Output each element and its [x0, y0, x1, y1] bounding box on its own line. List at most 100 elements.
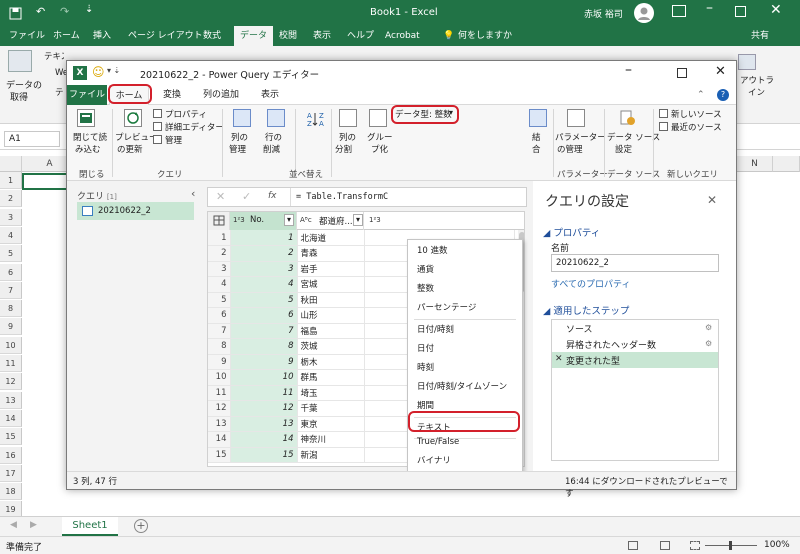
table-cell-pref[interactable]: 埼玉: [297, 385, 365, 401]
group-by-label2[interactable]: プ化: [371, 143, 388, 155]
table-cell-no[interactable]: 13: [230, 416, 298, 432]
table-cell-n[interactable]: 9: [208, 354, 231, 370]
row-header[interactable]: 13: [0, 391, 22, 409]
sheet-next-icon[interactable]: ▶: [30, 520, 37, 530]
row-header[interactable]: 14: [0, 409, 22, 427]
table-cell-no[interactable]: 11: [230, 385, 298, 401]
tab-home[interactable]: ホーム: [50, 26, 83, 46]
table-cell-n[interactable]: 4: [208, 276, 231, 293]
row-header[interactable]: 15: [0, 428, 22, 446]
delete-step-icon[interactable]: ✕: [555, 354, 563, 364]
preview-refresh-label1[interactable]: プレビュー: [115, 131, 158, 143]
table-cell-no[interactable]: 6: [230, 307, 298, 324]
column-manage-icon[interactable]: [233, 109, 251, 127]
filter-dropdown-icon[interactable]: ▾: [353, 214, 363, 226]
table-cell-n[interactable]: 2: [208, 245, 231, 262]
sort-icons[interactable]: AZZA: [307, 111, 329, 127]
save-icon[interactable]: [8, 6, 22, 20]
row-header[interactable]: 6: [0, 263, 22, 281]
table-cell-pref[interactable]: 栃木: [297, 354, 365, 370]
formula-text[interactable]: = Table.TransformC: [296, 192, 388, 202]
sheet-prev-icon[interactable]: ◀: [10, 520, 17, 530]
table-cell-pref[interactable]: 山形: [297, 307, 365, 324]
table-cell-n[interactable]: 7: [208, 323, 231, 339]
row-header[interactable]: 10: [0, 336, 22, 354]
split-column-label2[interactable]: 分割: [335, 143, 352, 155]
int-type-icon[interactable]: 1²3: [369, 216, 381, 224]
dd-item-binary[interactable]: バイナリ: [408, 452, 522, 471]
filter-dropdown-icon[interactable]: ▾: [284, 214, 294, 226]
row-header[interactable]: 9: [0, 318, 22, 336]
table-cell-pref[interactable]: 茨城: [297, 338, 365, 355]
column-manage-label1[interactable]: 列の: [231, 131, 248, 143]
table-cell-n[interactable]: 13: [208, 416, 231, 432]
table-cell-no[interactable]: 1: [230, 230, 298, 246]
pq-tab-view[interactable]: 表示: [261, 85, 279, 105]
query-item[interactable]: 20210622_2: [77, 202, 194, 220]
dd-item-datetime[interactable]: 日付/時刻: [408, 321, 522, 340]
applied-steps-header[interactable]: ◢ 適用したステップ: [543, 303, 629, 317]
share-button[interactable]: 共有: [748, 26, 772, 46]
select-all[interactable]: [0, 156, 22, 172]
table-cell-pref[interactable]: 神奈川: [297, 431, 365, 448]
dd-item-datetimezone[interactable]: 日付/時刻/タイムゾーン: [408, 378, 522, 397]
row-reduce-label2[interactable]: 削減: [263, 143, 280, 155]
sheet-tab-sheet1[interactable]: Sheet1: [62, 517, 118, 536]
pq-tab-file[interactable]: ファイル: [67, 85, 107, 105]
col-header-n[interactable]: N: [737, 156, 773, 172]
int-type-icon[interactable]: 1²3: [233, 216, 245, 224]
table-cell-n[interactable]: 14: [208, 431, 231, 448]
user-name[interactable]: 赤坂 裕司: [584, 7, 623, 20]
table-cell-n[interactable]: 1: [208, 230, 231, 246]
qat-dropdown-icon[interactable]: ▾ ⇣: [107, 66, 120, 75]
normal-view-icon[interactable]: [628, 541, 638, 550]
confirm-formula-icon[interactable]: ✓: [242, 190, 251, 203]
table-cell-n[interactable]: 6: [208, 307, 231, 324]
pq-maximize-icon[interactable]: [677, 68, 687, 78]
collapse-ribbon-icon[interactable]: ⌃: [697, 90, 705, 100]
get-data-label2[interactable]: 取得: [10, 90, 28, 103]
table-cell-n[interactable]: 10: [208, 369, 231, 386]
table-cell-no[interactable]: 12: [230, 400, 298, 417]
row-header[interactable]: 3: [0, 208, 22, 226]
col-header-value[interactable]: 1²3: [364, 212, 514, 230]
tab-acrobat[interactable]: Acrobat: [382, 26, 423, 46]
dd-item-decimal[interactable]: 10 進数: [408, 242, 522, 261]
dd-item-time[interactable]: 時刻: [408, 359, 522, 378]
data-source-settings-icon[interactable]: [619, 109, 637, 127]
step-gear-icon[interactable]: ⚙: [705, 323, 712, 332]
collapse-queries-icon[interactable]: ‹: [191, 187, 195, 200]
redo-icon[interactable]: ↷: [60, 5, 69, 18]
recent-source-button[interactable]: 最近のソース: [671, 121, 722, 133]
table-cell-n[interactable]: 12: [208, 400, 231, 417]
zoom-slider-thumb[interactable]: [729, 541, 732, 550]
refresh-icon[interactable]: [124, 109, 142, 127]
step-changed-type[interactable]: ✕ 変更された型: [552, 352, 718, 368]
dd-item-integer[interactable]: 整数: [408, 280, 522, 299]
table-cell-pref[interactable]: 宮城: [297, 276, 365, 293]
table-cell-n[interactable]: 15: [208, 447, 231, 463]
tab-data[interactable]: データ: [234, 26, 274, 46]
table-cell-pref[interactable]: 東京: [297, 416, 365, 432]
ds-settings-label2[interactable]: 設定: [615, 143, 632, 155]
combine-icon[interactable]: [529, 109, 547, 127]
advanced-editor-button[interactable]: 詳細エディター: [165, 121, 224, 133]
table-cell-n[interactable]: 8: [208, 338, 231, 355]
row-header[interactable]: 8: [0, 300, 22, 318]
column-manage-label2[interactable]: 管理: [229, 143, 246, 155]
tab-view[interactable]: 表示: [310, 26, 334, 46]
smiley-icon[interactable]: ☺: [92, 65, 105, 79]
parameter-icon[interactable]: [567, 109, 585, 127]
name-box[interactable]: A1: [4, 131, 60, 147]
table-cell-no[interactable]: 14: [230, 431, 298, 448]
avatar[interactable]: [634, 3, 654, 23]
col-header-pref[interactable]: Aᴮc 都道府... ▾: [297, 212, 364, 230]
table-cell-no[interactable]: 4: [230, 276, 298, 293]
fx-icon[interactable]: fx: [268, 191, 277, 201]
get-data-icon[interactable]: [8, 50, 32, 72]
table-cell-pref[interactable]: 青森: [297, 245, 365, 262]
col-header-no[interactable]: 1²3 No. ▾: [230, 212, 297, 230]
col-header-o[interactable]: [773, 156, 800, 172]
close-load-label2[interactable]: み込む: [75, 143, 101, 155]
row-header[interactable]: 7: [0, 281, 22, 299]
